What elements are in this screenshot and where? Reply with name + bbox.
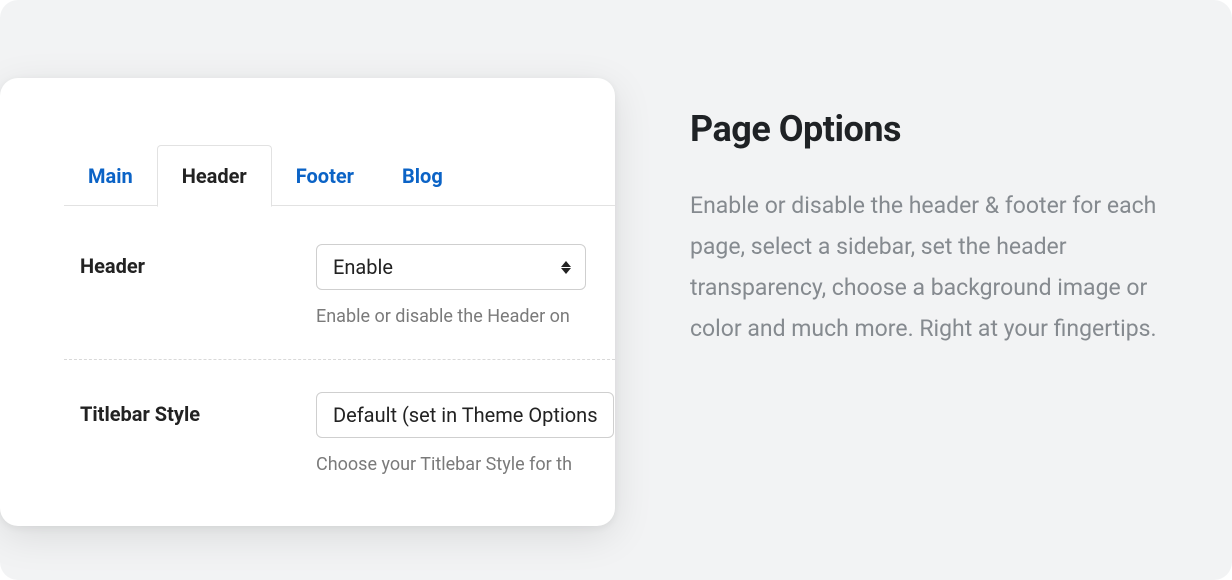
titlebar-select[interactable]: Default (set in Theme Options — [316, 392, 614, 438]
titlebar-label: Titlebar Style — [80, 392, 316, 426]
row-titlebar: Titlebar Style Default (set in Theme Opt… — [64, 359, 615, 507]
tab-blog[interactable]: Blog — [378, 146, 467, 206]
header-help-text: Enable or disable the Header on — [316, 306, 615, 327]
header-label: Header — [80, 244, 316, 278]
header-select-value: Enable — [333, 255, 393, 279]
tab-footer[interactable]: Footer — [272, 146, 378, 206]
description-block: Page Options Enable or disable the heade… — [690, 108, 1160, 350]
header-select[interactable]: Enable — [316, 244, 586, 290]
titlebar-select-value: Default (set in Theme Options — [333, 403, 598, 427]
page-description: Enable or disable the header & footer fo… — [690, 186, 1160, 350]
page-title: Page Options — [690, 108, 1160, 150]
tabs-bar: Main Header Footer Blog — [0, 78, 615, 206]
titlebar-help-text: Choose your Titlebar Style for th — [316, 454, 615, 475]
row-header: Header Enable Enable or disable the Head… — [0, 244, 615, 359]
options-panel: Main Header Footer Blog Header Enable En… — [0, 78, 615, 526]
tab-main[interactable]: Main — [64, 146, 157, 206]
tab-header[interactable]: Header — [157, 145, 272, 207]
form-area: Header Enable Enable or disable the Head… — [0, 206, 615, 507]
sort-icon — [561, 257, 573, 277]
